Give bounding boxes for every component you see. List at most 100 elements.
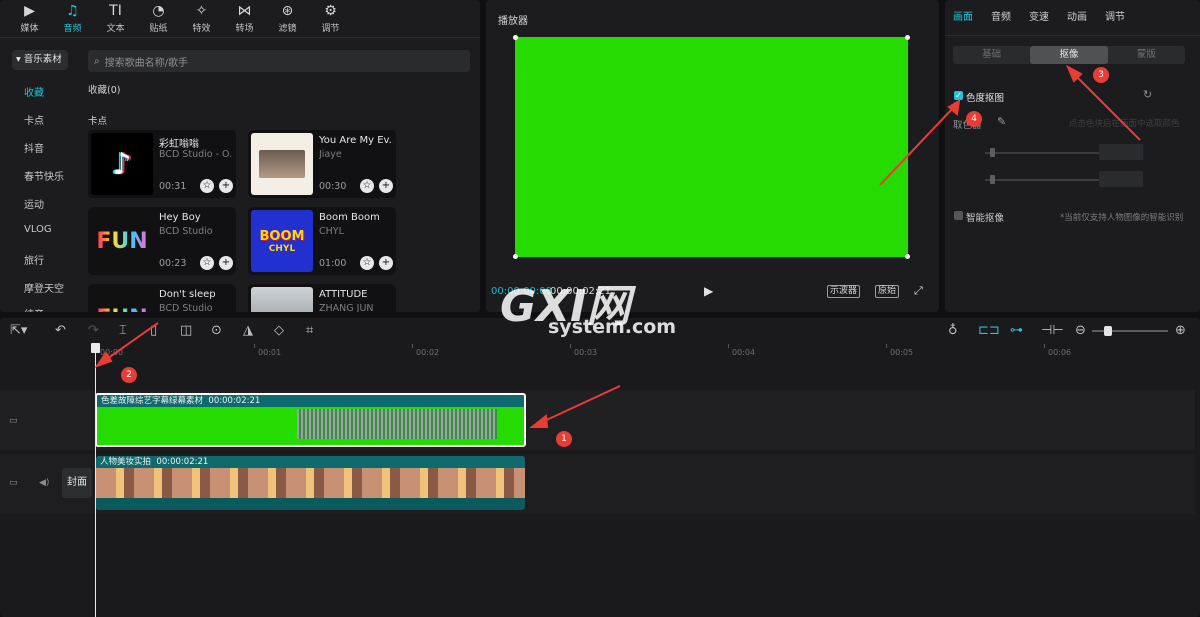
fullscreen-icon[interactable]: ⤢ — [914, 284, 923, 298]
resize-handle[interactable] — [513, 35, 518, 40]
tab-audio[interactable]: 音频 — [991, 0, 1029, 35]
resize-handle[interactable] — [905, 35, 910, 40]
rotate-icon[interactable]: ◇ — [274, 318, 284, 344]
add-button[interactable]: + — [379, 179, 393, 193]
tab-filter[interactable]: ⊛ 滤镜 — [266, 0, 309, 38]
delete-icon[interactable]: ▯ — [150, 318, 157, 344]
tab-sticker[interactable]: ◔ 贴纸 — [137, 0, 180, 38]
sidebar-item-favorites[interactable]: 收藏 — [24, 84, 44, 99]
add-button[interactable]: + — [219, 179, 233, 193]
tab-effects[interactable]: ✧ 特效 — [180, 0, 223, 38]
tab-audio[interactable]: ♫ 音频 — [51, 0, 94, 38]
add-button[interactable]: + — [379, 256, 393, 270]
mirror-icon[interactable]: ◮ — [243, 318, 253, 344]
tab-transition[interactable]: ⋈ 转场 — [223, 0, 266, 38]
sidebar-item-pure[interactable]: 纯音 — [24, 306, 44, 312]
sidebar-item-douyin[interactable]: 抖音 — [24, 140, 44, 155]
track-lock-icon[interactable]: ▭ — [9, 416, 18, 426]
zoom-in-icon[interactable]: ⊕ — [1175, 318, 1186, 344]
track-lock-icon[interactable]: ▭ — [9, 478, 18, 488]
effects-icon: ✧ — [195, 3, 208, 19]
sidebar-item-travel[interactable]: 旅行 — [24, 252, 44, 267]
slider-knob[interactable] — [990, 175, 995, 184]
cover-button[interactable]: 封面 — [62, 468, 92, 498]
sidebar-item-sports[interactable]: 运动 — [24, 196, 44, 211]
search-input[interactable]: ⌕ 搜索歌曲名称/歌手 — [88, 50, 470, 72]
tab-text[interactable]: TI 文本 — [94, 0, 137, 38]
eyedropper-icon[interactable]: ✎ — [997, 115, 1006, 128]
tab-speed[interactable]: 变速 — [1029, 0, 1067, 35]
freeze-icon[interactable]: ◫ — [180, 318, 192, 344]
playhead-handle[interactable] — [91, 343, 100, 353]
annotation-badge-4: 4 — [966, 111, 982, 127]
favorite-star-icon[interactable]: ☆ — [200, 256, 214, 270]
portrait-clip[interactable]: 人物美妆实拍 00:00:02:21 — [96, 456, 525, 510]
magnet-icon[interactable]: ⊏⊐ — [978, 318, 1000, 344]
segment-basic[interactable]: 基础 — [953, 46, 1030, 64]
annotation-badge-3: 3 — [1093, 67, 1109, 83]
properties-panel: 画面 音频 变速 动画 调节 基础 抠像 蒙版 ✓ 色度抠图 ↻ 取色器 ✎ 点… — [945, 0, 1200, 312]
clip-thumbnails — [297, 409, 497, 439]
favorite-star-icon[interactable]: ☆ — [360, 256, 374, 270]
sidebar-item-spring[interactable]: 春节快乐 — [24, 168, 64, 183]
music-note-icon: ♪ — [112, 146, 132, 182]
search-icon: ⌕ — [94, 55, 100, 67]
reverse-icon[interactable]: ⊙ — [211, 318, 222, 344]
adjust-icon: ⚙ — [324, 3, 337, 19]
transition-icon: ⋈ — [237, 3, 252, 19]
chroma-key-checkbox[interactable]: ✓ — [954, 91, 963, 100]
music-sidebar: ▾ 音乐素材 收藏 卡点 抖音 春节快乐 运动 VLOG 旅行 摩登天空 纯音 — [0, 38, 78, 312]
time-ruler[interactable]: 00:00 00:01 00:02 00:03 00:04 00:05 00:0… — [96, 344, 1196, 357]
select-tool-icon[interactable]: ⇱▾ — [10, 318, 27, 344]
tab-animation[interactable]: 动画 — [1067, 0, 1105, 35]
annotation-badge-1: 1 — [556, 431, 572, 447]
redo-icon[interactable]: ↷ — [88, 318, 99, 344]
undo-icon[interactable]: ↶ — [55, 318, 66, 344]
zoom-knob[interactable] — [1104, 326, 1112, 336]
song-card[interactable]: You Are My Ev... Jiaye 00:30 ☆ + — [248, 130, 396, 198]
reset-icon[interactable]: ↻ — [1143, 88, 1152, 101]
sidebar-item-beat[interactable]: 卡点 — [24, 112, 44, 127]
segment-keying[interactable]: 抠像 — [1030, 46, 1108, 64]
slider-knob[interactable] — [990, 148, 995, 157]
split-icon[interactable]: ⌶ — [119, 318, 127, 344]
add-button[interactable]: + — [219, 256, 233, 270]
tab-picture[interactable]: 画面 — [953, 0, 991, 35]
tab-adjust[interactable]: ⚙ 调节 — [309, 0, 352, 38]
segment-mask[interactable]: 蒙版 — [1108, 46, 1185, 64]
picker-hint: 点击色块后在画面中选取颜色 — [1069, 119, 1180, 129]
original-ratio-button[interactable]: 原始 — [875, 285, 900, 298]
intensity-value[interactable] — [1099, 144, 1143, 160]
smart-keying-label: 智能抠像 — [966, 213, 1005, 224]
shadow-value[interactable] — [1099, 171, 1143, 187]
tab-media[interactable]: ▶ 媒体 — [8, 0, 51, 38]
preview-axis-icon[interactable]: ⊣⊢ — [1041, 318, 1064, 344]
playhead[interactable] — [95, 346, 96, 617]
sidebar-item-modern-sky[interactable]: 摩登天空 — [24, 280, 64, 295]
zoom-out-icon[interactable]: ⊖ — [1075, 318, 1086, 344]
resize-handle[interactable] — [905, 254, 910, 259]
green-screen-clip[interactable]: 色差故障综艺字幕绿幕素材 00:00:02:21 — [95, 393, 526, 447]
media-icon: ▶ — [24, 3, 35, 19]
tab-adjust[interactable]: 调节 — [1105, 0, 1143, 35]
mute-icon[interactable]: ◀) — [39, 478, 49, 488]
sidebar-item-vlog[interactable]: VLOG — [24, 224, 52, 235]
text-icon: TI — [109, 3, 122, 19]
crop-icon[interactable]: ⌗ — [306, 318, 313, 344]
resize-handle[interactable] — [513, 254, 518, 259]
song-card[interactable]: FUN Don't sleep BCD Studio — [88, 284, 236, 312]
scope-button[interactable]: 示波器 — [827, 285, 861, 298]
category-music-material[interactable]: ▾ 音乐素材 — [12, 50, 68, 70]
favorite-star-icon[interactable]: ☆ — [200, 179, 214, 193]
preview-canvas[interactable] — [513, 35, 910, 259]
song-card[interactable]: FUN Hey Boy BCD Studio 00:23 ☆ + — [88, 207, 236, 275]
microphone-icon[interactable]: ♁ — [948, 318, 958, 344]
play-icon[interactable]: ▶ — [704, 284, 713, 298]
smart-keying-checkbox[interactable] — [954, 211, 963, 220]
song-card[interactable]: ♪ 彩虹嗡嗡 BCD Studio - O... 00:31 ☆ + — [88, 130, 236, 198]
song-card[interactable]: ATTITUDE ZHANG JUN — [248, 284, 396, 312]
link-icon[interactable]: ⊶ — [1010, 318, 1023, 344]
audio-icon: ♫ — [66, 3, 79, 19]
song-card[interactable]: BOOM CHYL Boom Boom CHYL 01:00 ☆ + — [248, 207, 396, 275]
favorite-star-icon[interactable]: ☆ — [360, 179, 374, 193]
